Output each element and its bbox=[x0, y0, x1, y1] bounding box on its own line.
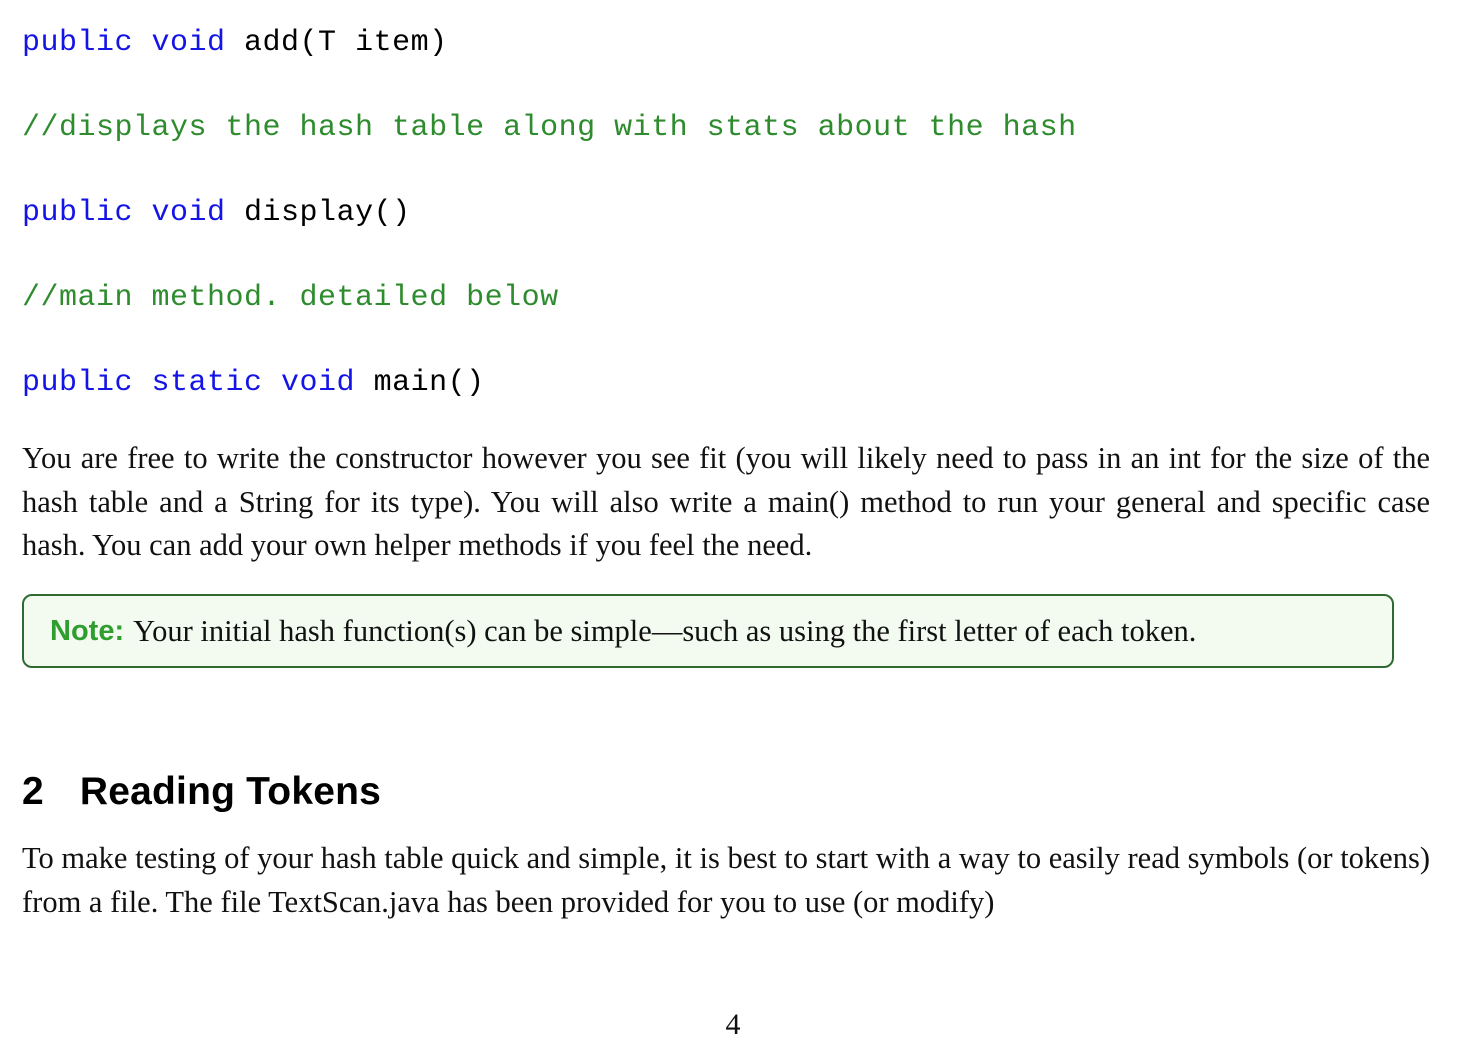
paragraph-reading-tokens: To make testing of your hash table quick… bbox=[22, 841, 1430, 919]
section-number: 2 bbox=[22, 770, 44, 814]
code-line: public static void main() bbox=[22, 340, 1432, 425]
note-label: Note: bbox=[50, 614, 125, 647]
note-callout: Note: Your initial hash function(s) can … bbox=[22, 594, 1394, 668]
document-page: public void add(T item) //displays the h… bbox=[0, 0, 1466, 1054]
code-identifier: display() bbox=[225, 195, 411, 230]
paragraph-constructor: You are free to write the constructor ho… bbox=[22, 441, 1430, 562]
code-line: //displays the hash table along with sta… bbox=[22, 85, 1432, 170]
code-keyword: public void bbox=[22, 25, 226, 60]
code-comment: //main method. detailed below bbox=[22, 280, 559, 315]
code-keyword: public void bbox=[22, 195, 226, 230]
code-comment: //displays the hash table along with sta… bbox=[22, 110, 1077, 145]
code-identifier: add(T item) bbox=[225, 25, 448, 60]
page-number: 4 bbox=[725, 1008, 741, 1041]
note-text: Your initial hash function(s) can be sim… bbox=[133, 613, 1197, 648]
page-content: public void add(T item) //displays the h… bbox=[22, 0, 1432, 425]
code-line: public void add(T item) bbox=[22, 0, 1432, 85]
code-identifier: main() bbox=[355, 365, 485, 400]
code-block: public void add(T item) //displays the h… bbox=[22, 0, 1432, 425]
code-keyword: public static void bbox=[22, 365, 356, 400]
code-line: //main method. detailed below bbox=[22, 255, 1432, 340]
section-heading: 2 Reading Tokens bbox=[22, 770, 381, 814]
code-line: public void display() bbox=[22, 170, 1432, 255]
section-title: Reading Tokens bbox=[79, 770, 382, 814]
